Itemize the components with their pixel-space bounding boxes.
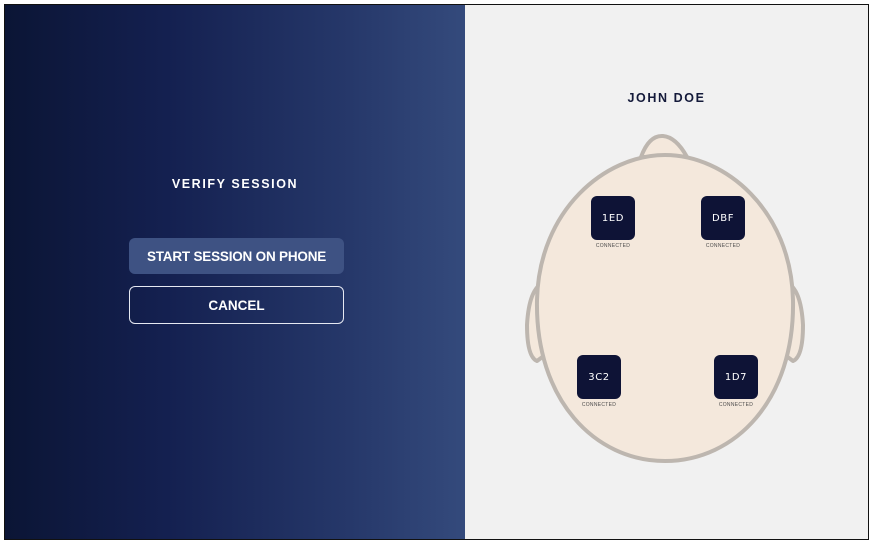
- sensor-status-label: CONNECTED: [581, 402, 617, 408]
- cancel-button[interactable]: CANCEL: [129, 286, 344, 324]
- sensor-id-label[interactable]: 3C2: [577, 355, 621, 399]
- start-session-on-phone-button[interactable]: START SESSION ON PHONE: [129, 238, 344, 274]
- sensor-status-label: CONNECTED: [718, 402, 754, 408]
- sensor-id-label[interactable]: DBF: [701, 196, 745, 240]
- sensor-1ed[interactable]: 1ED CONNECTED: [583, 196, 643, 249]
- sensor-dbf[interactable]: DBF CONNECTED: [693, 196, 753, 249]
- sensor-id-label[interactable]: 1ED: [591, 196, 635, 240]
- sensor-id-label[interactable]: 1D7: [714, 355, 758, 399]
- verify-session-title: VERIFY SESSION: [171, 177, 299, 191]
- sensor-1d7[interactable]: 1D7 CONNECTED: [706, 355, 766, 408]
- sensor-status-label: CONNECTED: [705, 243, 741, 249]
- head-map-panel: JOHN DOE 1ED CONNECTED DBF CONNECTED 3C2…: [465, 5, 868, 539]
- verify-panel: VERIFY SESSION START SESSION ON PHONE CA…: [5, 5, 465, 539]
- app-window: VERIFY SESSION START SESSION ON PHONE CA…: [4, 4, 869, 540]
- sensor-status-label: CONNECTED: [595, 243, 631, 249]
- head-diagram: [525, 133, 805, 464]
- sensor-3c2[interactable]: 3C2 CONNECTED: [569, 355, 629, 408]
- head-shape: [534, 152, 796, 464]
